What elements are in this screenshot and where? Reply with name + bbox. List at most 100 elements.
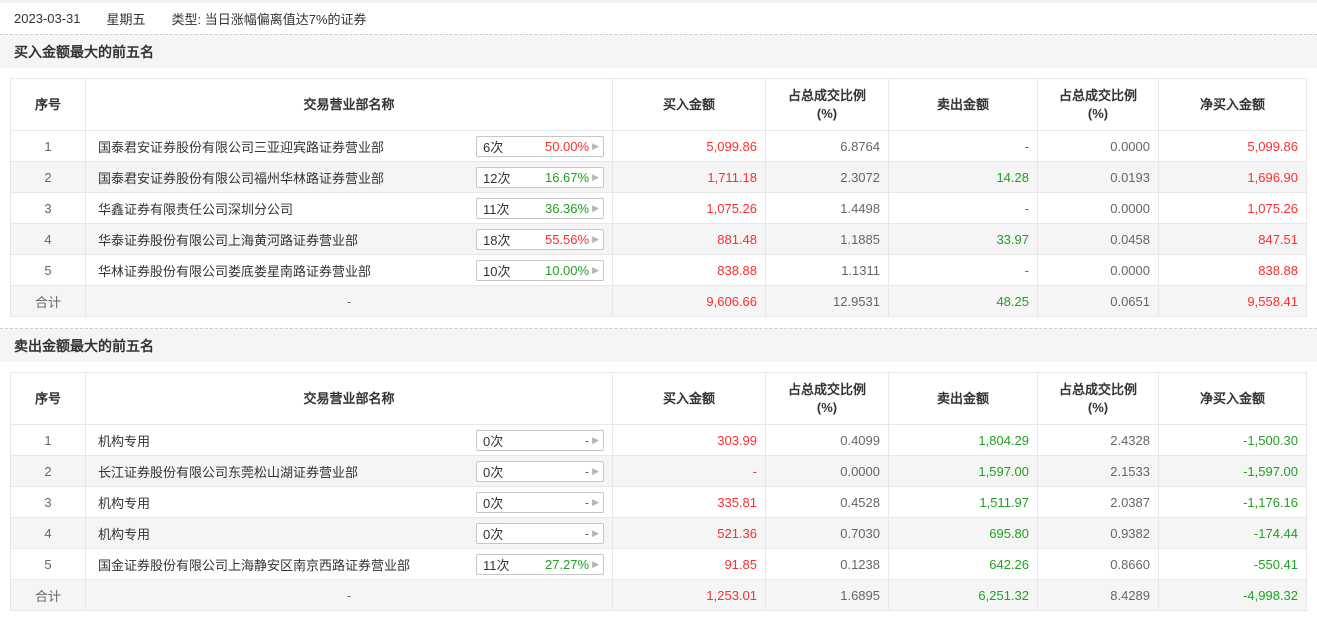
table-row: 1 国泰君安证券股份有限公司三亚迎宾路证券营业部 6次50.00%▶ 5,099.86… — [11, 131, 1307, 162]
broker-name: 机构专用 — [98, 524, 150, 543]
broker-name: 机构专用 — [98, 431, 150, 450]
section-header-sell: 卖出金额最大的前五名 — [0, 328, 1317, 362]
win-rate: - — [585, 526, 589, 541]
appearance-count: 11次 — [483, 199, 510, 218]
sell-table-wrap: 序号交易营业部名称买入金额占总成交比例 (%)卖出金额占总成交比例 (%)净买入… — [10, 372, 1307, 611]
table-row: 1机构专用0次-▶303.990.40991,804.292.4328-1,50… — [11, 425, 1307, 456]
buy-amount-cell: 1,075.26 — [613, 193, 766, 224]
net-buy-cell: -4,998.32 — [1159, 580, 1307, 611]
broker-name: 华泰证券股份有限公司上海黄河路证券营业部 — [98, 230, 358, 249]
table-row: 5国金证券股份有限公司上海静安区南京西路证券营业部11次27.27%▶91.85… — [11, 549, 1307, 580]
table-row: 2长江证券股份有限公司东莞松山湖证券营业部0次-▶-0.00001,597.00… — [11, 456, 1307, 487]
appearance-badge[interactable]: 11次36.36%▶ — [476, 198, 604, 219]
appearance-count: 6次 — [483, 137, 503, 156]
total-row: 合计-1,253.011.68956,251.328.4289-4,998.32 — [11, 580, 1307, 611]
appearance-count: 10次 — [483, 261, 510, 280]
sell-amount-cell: 1,511.97 — [889, 487, 1038, 518]
arrow-icon: ▶ — [592, 235, 599, 244]
buy-ratio-cell: 0.4528 — [766, 487, 889, 518]
col-buy-amount: 买入金额 — [613, 373, 766, 425]
appearance-badge[interactable]: 6次50.00%▶ — [476, 136, 604, 157]
buy-amount-cell: 5,099.86 — [613, 131, 766, 162]
appearance-badge[interactable]: 12次 16.67%▶ — [476, 167, 604, 188]
section-title-buy: 买入金额最大的前五名 — [14, 42, 154, 62]
appearance-badge[interactable]: 0次 -▶ — [476, 523, 604, 544]
rank-cell: 合计 — [11, 286, 86, 317]
buy-ratio-cell: 0.0000 — [766, 456, 889, 487]
broker-name-cell: 国泰君安证券股份有限公司三亚迎宾路证券营业部 6次50.00%▶ — [86, 131, 613, 162]
table-row: 3机构专用0次-▶335.810.45281,511.972.0387-1,17… — [11, 487, 1307, 518]
buy-amount-cell: 91.85 — [613, 549, 766, 580]
buy-ratio-cell: 6.8764 — [766, 131, 889, 162]
buy-ratio-cell: 12.9531 — [766, 286, 889, 317]
sell-amount-cell: 33.97 — [889, 224, 1038, 255]
appearance-badge[interactable]: 0次-▶ — [476, 430, 604, 451]
table-row: 4华泰证券股份有限公司上海黄河路证券营业部18次55.56%▶881.481.1… — [11, 224, 1307, 255]
buy-ratio-cell: 2.3072 — [766, 162, 889, 193]
sell-ratio-cell: 0.0000 — [1038, 193, 1159, 224]
sell-top5-table: 序号交易营业部名称买入金额占总成交比例 (%)卖出金额占总成交比例 (%)净买入… — [10, 372, 1307, 611]
buy-amount-cell: 881.48 — [613, 224, 766, 255]
appearance-badge[interactable]: 18次 55.56%▶ — [476, 229, 604, 250]
rank-cell: 5 — [11, 255, 86, 286]
arrow-icon: ▶ — [592, 436, 599, 445]
rank-cell: 1 — [11, 131, 86, 162]
arrow-icon: ▶ — [592, 529, 599, 538]
table-row: 3华鑫证券有限责任公司深圳分公司11次36.36%▶1,075.261.4498… — [11, 193, 1307, 224]
broker-name-cell: 华鑫证券有限责任公司深圳分公司11次36.36%▶ — [86, 193, 613, 224]
sell-ratio-cell: 0.0193 — [1038, 162, 1159, 193]
arrow-icon: ▶ — [592, 142, 599, 151]
total-row: 合计-9,606.6612.953148.250.06519,558.41 — [11, 286, 1307, 317]
win-rate: 10.00% — [545, 263, 589, 278]
appearance-badge[interactable]: 10次10.00%▶ — [476, 260, 604, 281]
appearance-count: 0次 — [483, 524, 503, 543]
rank-cell: 3 — [11, 487, 86, 518]
win-rate: 36.36% — [545, 201, 589, 216]
sell-amount-cell: 695.80 — [889, 518, 1038, 549]
net-buy-cell: -550.41 — [1159, 549, 1307, 580]
rank-cell: 4 — [11, 518, 86, 549]
sell-amount-cell: 48.25 — [889, 286, 1038, 317]
buy-amount-cell: 1,253.01 — [613, 580, 766, 611]
appearance-count: 18次 — [483, 230, 510, 249]
broker-name: 国泰君安证券股份有限公司三亚迎宾路证券营业部 — [98, 137, 384, 156]
sell-ratio-cell: 0.0651 — [1038, 286, 1159, 317]
section-title-sell: 卖出金额最大的前五名 — [14, 336, 154, 356]
sell-amount-cell: 6,251.32 — [889, 580, 1038, 611]
sell-ratio-cell: 0.0000 — [1038, 255, 1159, 286]
buy-ratio-cell: 0.4099 — [766, 425, 889, 456]
table-row: 2国泰君安证券股份有限公司福州华林路证券营业部12次16.67%▶1,711.1… — [11, 162, 1307, 193]
win-rate: 16.67% — [545, 170, 589, 185]
col-sell-ratio: 占总成交比例 (%) — [1038, 79, 1159, 131]
buy-top5-table: 序号交易营业部名称买入金额占总成交比例 (%)卖出金额占总成交比例 (%)净买入… — [10, 78, 1307, 317]
buy-ratio-cell: 0.7030 — [766, 518, 889, 549]
net-buy-cell: 1,696.90 — [1159, 162, 1307, 193]
broker-name-cell: 国金证券股份有限公司上海静安区南京西路证券营业部11次27.27%▶ — [86, 549, 613, 580]
rank-cell: 1 — [11, 425, 86, 456]
col-buy-ratio: 占总成交比例 (%) — [766, 373, 889, 425]
net-buy-cell: 5,099.86 — [1159, 131, 1307, 162]
rank-cell: 3 — [11, 193, 86, 224]
broker-name-cell: - — [86, 286, 613, 317]
sell-amount-cell: - — [889, 193, 1038, 224]
sell-ratio-cell: 2.0387 — [1038, 487, 1159, 518]
table-row: 5华林证券股份有限公司娄底娄星南路证券营业部10次10.00%▶838.881.… — [11, 255, 1307, 286]
net-buy-cell: -1,597.00 — [1159, 456, 1307, 487]
lhb-page: 2023-03-31 星期五 类型: 当日涨幅偏离值达7%的证券 买入金额最大的… — [0, 0, 1317, 631]
buy-ratio-cell: 0.1238 — [766, 549, 889, 580]
rank-cell: 4 — [11, 224, 86, 255]
broker-name: 国泰君安证券股份有限公司福州华林路证券营业部 — [98, 168, 384, 187]
sell-ratio-cell: 8.4289 — [1038, 580, 1159, 611]
broker-name-cell: - — [86, 580, 613, 611]
sell-amount-cell: 1,804.29 — [889, 425, 1038, 456]
appearance-badge[interactable]: 0次-▶ — [476, 492, 604, 513]
sell-ratio-cell: 2.1533 — [1038, 456, 1159, 487]
appearance-badge[interactable]: 11次27.27%▶ — [476, 554, 604, 575]
sell-amount-cell: 1,597.00 — [889, 456, 1038, 487]
appearance-badge[interactable]: 0次-▶ — [476, 461, 604, 482]
win-rate: - — [585, 464, 589, 479]
win-rate: 55.56% — [545, 232, 589, 247]
rank-cell: 2 — [11, 456, 86, 487]
arrow-icon: ▶ — [592, 173, 599, 182]
appearance-count: 12次 — [483, 168, 510, 187]
